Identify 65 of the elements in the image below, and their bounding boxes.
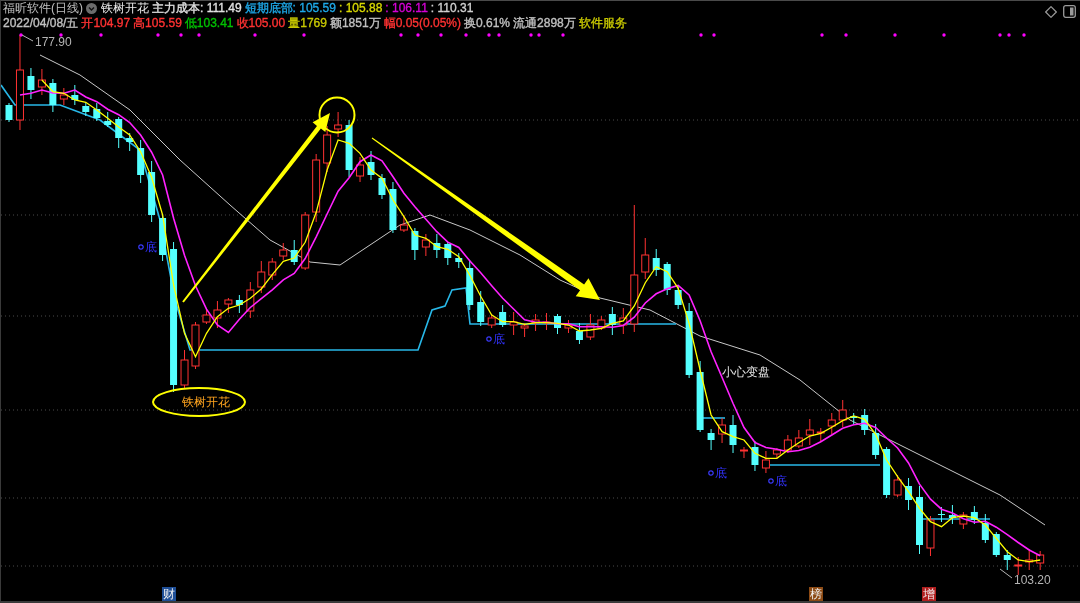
quote-field: 软件服务 (578, 16, 627, 31)
event-tag[interactable]: 财 (162, 587, 176, 601)
signal-dot-icon (416, 33, 420, 37)
ring-icon (708, 470, 714, 476)
signal-dot-icon (179, 33, 183, 37)
signal-dot-icon (1022, 33, 1026, 37)
signal-dot-icon (253, 33, 257, 37)
indicator-value: 主力成本: 111.49 (152, 1, 242, 16)
quote-field: 高105.59 (133, 16, 182, 31)
signal-dot-icon (561, 33, 565, 37)
signal-dot-icon (537, 33, 541, 37)
signal-dot-icon (302, 33, 306, 37)
indicator-value: 短期底部: 105.59 (244, 1, 336, 16)
high-price-label: 177.90 (35, 35, 72, 49)
signal-dot-icon (1007, 33, 1011, 37)
ring-icon (138, 244, 144, 250)
signal-dot-icon (197, 33, 201, 37)
signal-dot-icon (712, 33, 716, 37)
low-price-label: 103.20 (1014, 573, 1051, 587)
signal-dot-icon (893, 33, 897, 37)
signal-dot-icon (998, 33, 1002, 37)
leader-line (999, 568, 1013, 579)
event-tag[interactable]: 增 (922, 587, 936, 601)
panel-toggle-icon[interactable] (1063, 5, 1076, 18)
quote-field: 低103.41 (184, 16, 234, 31)
quote-field: 开104.97 (81, 16, 131, 31)
signal-dot-icon (59, 33, 63, 37)
signal-dot-icon (99, 33, 103, 37)
highlight-circle (318, 96, 356, 134)
chart-title: 福昕软件(日线) (3, 1, 83, 16)
signal-dot-icon (497, 33, 501, 37)
event-tag[interactable]: 榜 (809, 587, 823, 601)
warning-label: 小心变盘 (722, 365, 770, 379)
ring-icon (768, 478, 774, 484)
indicator-value: : 106.11 (385, 1, 428, 16)
quote-field: 2022/04/08/五 (3, 16, 79, 31)
bottom-signal-label: 底 (775, 474, 787, 488)
signal-dot-icon (942, 33, 946, 37)
signal-dot-icon (699, 33, 703, 37)
quote-field: 幅0.05(0.05%) (383, 16, 461, 31)
bottom-signal-label: 底 (145, 240, 157, 254)
signal-dot-icon (844, 33, 848, 37)
signal-dot-icon (19, 33, 23, 37)
quote-field: 换0.61% (464, 16, 511, 31)
signal-dot-icon (487, 33, 491, 37)
leader-line (21, 34, 34, 42)
signal-dot-icon (529, 33, 533, 37)
indicator-name: 铁树开花 (101, 1, 149, 16)
signal-dot-icon (399, 33, 403, 37)
ring-icon (486, 336, 492, 342)
signal-dot-icon (439, 33, 443, 37)
indicator-value: : 110.31 (430, 1, 474, 16)
quote-field: 流通2898万 (513, 16, 576, 31)
quote-field: 额1851万 (329, 16, 381, 31)
signal-dot-icon (820, 33, 824, 37)
signal-dot-icon (156, 33, 160, 37)
bottom-signal-label: 底 (715, 466, 727, 480)
quote-field: 量1769 (288, 16, 327, 31)
signal-label: 铁树开花 (182, 395, 230, 409)
bottom-signal-label: 底 (493, 332, 505, 346)
quote-field: 收105.00 (236, 16, 286, 31)
indicator-value: : 105.88 (338, 1, 383, 16)
diamond-icon[interactable] (1045, 5, 1057, 18)
chevron-down-icon[interactable] (86, 3, 97, 14)
signal-dot-icon (464, 33, 468, 37)
